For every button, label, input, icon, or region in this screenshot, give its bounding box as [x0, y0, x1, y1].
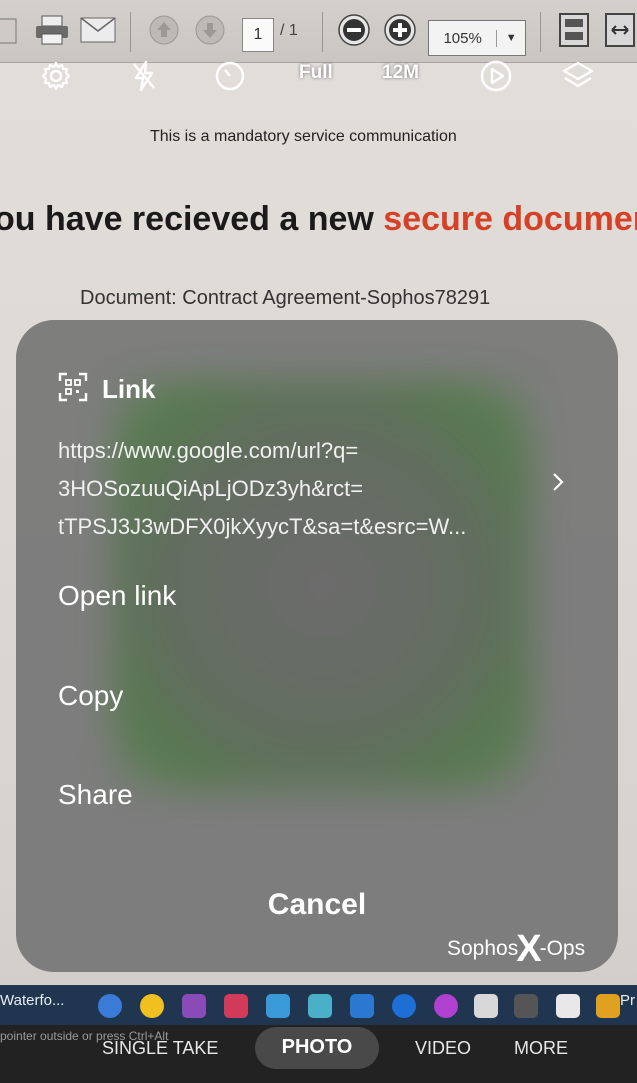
- zoom-in-icon[interactable]: [380, 10, 420, 50]
- zoom-out-icon[interactable]: [334, 10, 374, 50]
- settings-icon[interactable]: [36, 56, 76, 96]
- globe-icon[interactable]: [98, 994, 122, 1018]
- dropdown-arrow-icon: ▼: [505, 32, 517, 44]
- page-number-input[interactable]: 1: [242, 18, 274, 52]
- resolution-label[interactable]: 12M: [382, 62, 419, 84]
- heading-prefix: ou have recieved a new: [0, 200, 384, 238]
- sophos-xops-watermark: SophosX-Ops: [447, 922, 586, 970]
- toolbar-separator: [540, 12, 541, 52]
- link-title: Link: [102, 374, 156, 404]
- open-link-button[interactable]: Open link: [58, 580, 176, 612]
- flash-off-icon[interactable]: [124, 56, 164, 96]
- mode-photo[interactable]: PHOTO: [255, 1036, 379, 1059]
- app-icon[interactable]: [140, 994, 164, 1018]
- qr-scan-icon: [58, 372, 88, 407]
- timer-icon[interactable]: [210, 56, 250, 96]
- email-heading: ou have recieved a new secure documer: [0, 200, 637, 239]
- zoom-value: 105%: [429, 29, 498, 47]
- url-line: tTPSJ3J3wDFX0jkXyycT&sa=t&esrc=W...: [58, 514, 467, 539]
- email-icon[interactable]: [78, 10, 118, 50]
- save-icon[interactable]: [0, 10, 20, 50]
- fit-width-icon[interactable]: [600, 10, 637, 50]
- filter-icon[interactable]: [558, 56, 598, 96]
- pdf-viewer-toolbar: 1 / 1 105% ▼: [0, 0, 637, 63]
- document-line: Document: Contract Agreement-Sophos78291: [80, 287, 491, 309]
- taskbar-edge-label: Pr: [620, 992, 635, 1009]
- toolbar-separator: [322, 12, 323, 52]
- terminal-icon[interactable]: [514, 994, 538, 1018]
- cancel-button[interactable]: Cancel: [16, 888, 618, 922]
- link-bottom-sheet: Link https://www.google.com/url?q= 3HOSo…: [16, 320, 618, 972]
- aspect-ratio-label[interactable]: Full: [299, 62, 333, 84]
- fit-page-icon[interactable]: [554, 10, 594, 50]
- taskbar-window-label[interactable]: Waterfo...: [0, 992, 64, 1009]
- zoom-select[interactable]: 105% ▼: [428, 20, 526, 56]
- app-icon[interactable]: [392, 994, 416, 1018]
- print-icon[interactable]: [32, 10, 72, 50]
- search-icon[interactable]: [474, 994, 498, 1018]
- mandatory-notice-text: This is a mandatory service communicatio…: [150, 128, 457, 145]
- mode-video[interactable]: VIDEO: [415, 1038, 471, 1059]
- url-line: https://www.google.com/url?q=: [58, 438, 359, 463]
- next-page-icon[interactable]: [190, 10, 230, 50]
- heading-highlight: secure documer: [383, 200, 637, 238]
- watermark-x: X: [516, 928, 542, 970]
- chevron-right-icon[interactable]: [550, 470, 566, 499]
- watermark-left: Sophos: [447, 937, 519, 960]
- app-icon[interactable]: [224, 994, 248, 1018]
- watermark-right: -Ops: [539, 937, 586, 960]
- url-line: 3HOSozuuQiApLjODz3yh&rct=: [58, 476, 364, 501]
- app-icon[interactable]: [266, 994, 290, 1018]
- app-icon[interactable]: [308, 994, 332, 1018]
- motion-photo-icon[interactable]: [476, 56, 516, 96]
- app-icon[interactable]: [434, 994, 458, 1018]
- previous-page-icon[interactable]: [144, 10, 184, 50]
- page-total-label: / 1: [280, 22, 298, 39]
- app-icon[interactable]: [596, 994, 620, 1018]
- toolbar-separator: [130, 12, 131, 52]
- share-button[interactable]: Share: [58, 779, 133, 811]
- mode-more[interactable]: MORE: [514, 1038, 568, 1059]
- app-icon[interactable]: [350, 994, 374, 1018]
- app-icon[interactable]: [182, 994, 206, 1018]
- copy-button[interactable]: Copy: [58, 680, 123, 712]
- link-header: Link: [58, 372, 155, 407]
- mode-single-take[interactable]: SINGLE TAKE: [102, 1038, 218, 1059]
- app-icon[interactable]: [556, 994, 580, 1018]
- url-text[interactable]: https://www.google.com/url?q= 3HOSozuuQi…: [58, 432, 538, 546]
